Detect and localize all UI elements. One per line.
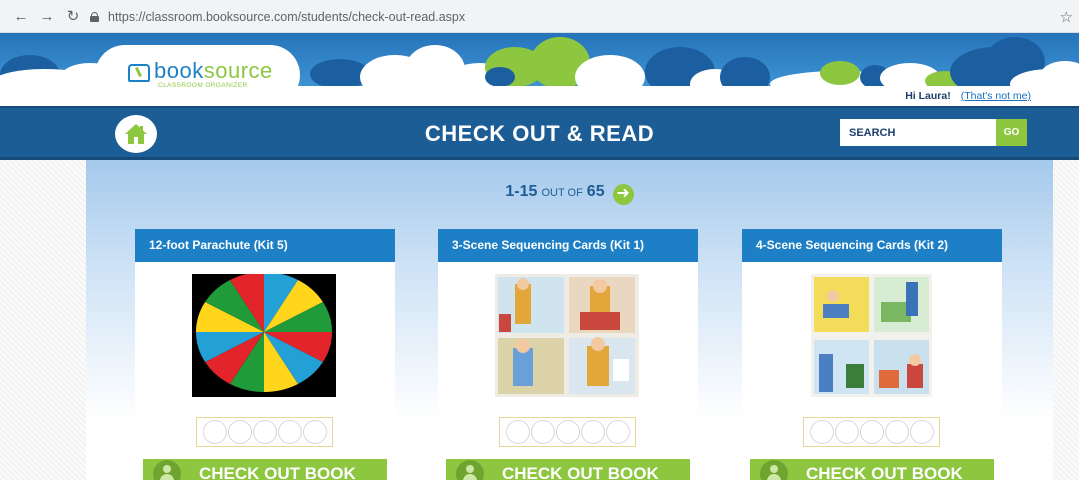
check-out-book-button[interactable]: CHECK OUT BOOK <box>750 459 994 480</box>
logo-name-part2: source <box>203 58 273 83</box>
search-go-button[interactable]: GO <box>996 119 1027 146</box>
next-page-arrow-icon[interactable]: ➜ <box>612 184 634 205</box>
pager-out-of: OUT OF <box>541 187 583 199</box>
book-cover-3-scene-cards[interactable] <box>495 274 639 397</box>
right-pattern <box>1053 160 1079 480</box>
check-out-label: CHECK OUT BOOK <box>806 464 963 480</box>
book-card: 3-Scene Sequencing Cards (Kit 1) CHECK O… <box>438 229 698 480</box>
rating-star[interactable] <box>885 420 909 444</box>
back-icon[interactable]: ← <box>10 5 32 27</box>
check-out-book-button[interactable]: CHECK OUT BOOK <box>446 459 690 480</box>
lock-icon <box>90 11 99 22</box>
star-rating <box>196 417 333 447</box>
search-box: GO <box>840 119 1027 146</box>
booksource-logo[interactable]: booksource CLASSROOM ORGANIZER <box>128 60 273 89</box>
pager-total: 65 <box>586 183 605 200</box>
not-me-link[interactable]: (That's not me) <box>961 90 1031 102</box>
person-icon <box>153 460 181 480</box>
rating-star[interactable] <box>278 420 302 444</box>
pager: 1-15 OUT OF 65 ➜ <box>86 183 1053 205</box>
forward-icon[interactable]: → <box>36 5 58 27</box>
rating-star[interactable] <box>303 420 327 444</box>
rating-star[interactable] <box>203 420 227 444</box>
person-icon <box>456 460 484 480</box>
page-header: CHECK OUT & READ GO <box>0 106 1079 160</box>
rating-star[interactable] <box>228 420 252 444</box>
star-rating <box>499 417 636 447</box>
rating-star[interactable] <box>531 420 555 444</box>
rating-star[interactable] <box>581 420 605 444</box>
logo-subtitle: CLASSROOM ORGANIZER <box>158 82 248 89</box>
check-out-book-button[interactable]: CHECK OUT BOOK <box>143 459 387 480</box>
reload-icon[interactable]: ↻ <box>62 5 84 27</box>
bookmark-star-icon[interactable]: ☆ <box>1060 8 1073 26</box>
left-pattern <box>0 160 86 480</box>
book-logo-icon <box>128 64 150 82</box>
pager-range: 1-15 <box>505 183 538 200</box>
search-input[interactable] <box>840 119 996 146</box>
book-card: 4-Scene Sequencing Cards (Kit 2) CHECK O… <box>742 229 1002 480</box>
greeting-text: Hi Laura! <box>905 90 951 102</box>
rating-star[interactable] <box>860 420 884 444</box>
book-cover-parachute[interactable] <box>192 274 336 397</box>
rating-star[interactable] <box>606 420 630 444</box>
rating-star[interactable] <box>810 420 834 444</box>
book-card: 12-foot Parachute (Kit 5) CHECK OUT BOOK <box>135 229 395 480</box>
logo-name-part1: book <box>154 58 204 83</box>
user-greeting: Hi Laura! (That's not me) <box>905 90 1031 102</box>
rating-star[interactable] <box>253 420 277 444</box>
check-out-label: CHECK OUT BOOK <box>199 464 356 480</box>
star-rating <box>803 417 940 447</box>
book-cover-4-scene-cards[interactable] <box>811 274 932 397</box>
url-text: https://classroom.booksource.com/student… <box>108 9 466 24</box>
rating-star[interactable] <box>835 420 859 444</box>
browser-toolbar: ← → ↻ https://classroom.booksource.com/s… <box>0 0 1079 33</box>
rating-star[interactable] <box>506 420 530 444</box>
book-title[interactable]: 4-Scene Sequencing Cards (Kit 2) <box>742 229 1002 262</box>
person-icon <box>760 460 788 480</box>
book-title[interactable]: 12-foot Parachute (Kit 5) <box>135 229 395 262</box>
rating-star[interactable] <box>556 420 580 444</box>
address-bar[interactable]: https://classroom.booksource.com/student… <box>90 5 690 28</box>
rating-star[interactable] <box>910 420 934 444</box>
check-out-label: CHECK OUT BOOK <box>502 464 659 480</box>
book-title[interactable]: 3-Scene Sequencing Cards (Kit 1) <box>438 229 698 262</box>
